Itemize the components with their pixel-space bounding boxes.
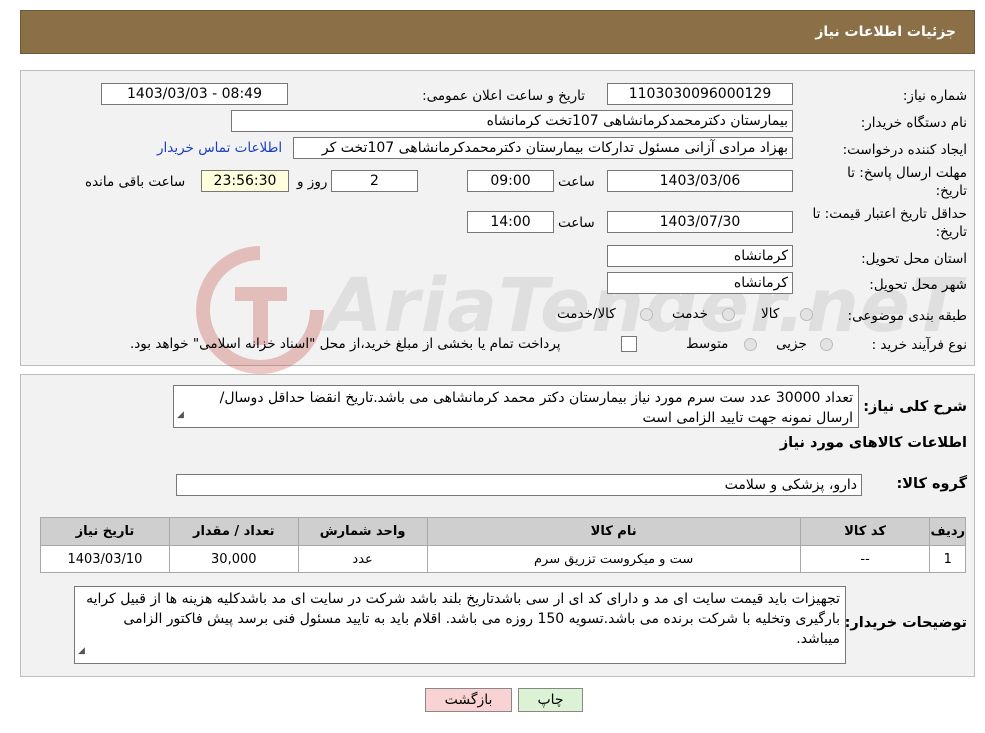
process-note: پرداخت تمام یا بخشی از مبلغ خرید،از محل …: [130, 336, 561, 352]
goods-group-field: دارو، پزشکی و سلامت: [176, 474, 862, 496]
description-label: شرح کلی نیاز:: [863, 399, 967, 415]
validity-time-field: 14:00: [467, 211, 554, 233]
window-title: جزئیات اطلاعات نیاز: [20, 10, 975, 54]
deadline-label-1: مهلت ارسال پاسخ: تا: [847, 165, 967, 181]
province-label: استان محل تحویل:: [861, 251, 967, 267]
buyer-notes-text: تجهیزات باید قیمت سایت ای مد و دارای کد …: [86, 591, 840, 647]
city-field: کرمانشاه: [607, 272, 793, 294]
process-label: نوع فرآیند خرید :: [871, 337, 967, 353]
contact-info-link[interactable]: اطلاعات تماس خریدار: [157, 140, 282, 156]
buyer-notes-field: تجهیزات باید قیمت سایت ای مد و دارای کد …: [74, 586, 846, 664]
validity-label-2: تاریخ:: [935, 224, 967, 240]
creator-field: بهزاد مرادی آزانی مسئول تدارکات بیمارستا…: [293, 137, 793, 159]
category-goods-service-label: کالا/خدمت: [557, 306, 616, 322]
category-service-label: خدمت: [672, 306, 708, 322]
process-minor-radio[interactable]: [820, 338, 833, 351]
need-number-label: شماره نیاز:: [902, 88, 967, 104]
col-quantity: تعداد / مقدار: [168, 517, 299, 546]
remaining-time-field: 23:56:30: [201, 170, 289, 192]
need-number-field: 1103030096000129: [607, 83, 793, 105]
announce-field: 1403/03/03 - 08:49: [101, 83, 288, 105]
category-service-radio[interactable]: [722, 308, 735, 321]
process-medium-label: متوسط: [686, 336, 729, 352]
description-text: تعداد 30000 عدد ست سرم مورد نیاز بیمارست…: [219, 390, 853, 426]
deadline-date-field: 1403/03/06: [607, 170, 793, 192]
buyer-field: بیمارستان دکترمحمدکرمانشاهی 107تخت کرمان…: [231, 110, 793, 132]
buyer-notes-label: توضیحات خریدار:: [844, 615, 967, 631]
col-code: کد کالا: [799, 517, 931, 546]
cell-quantity: 30,000: [168, 545, 299, 573]
col-date: تاریخ نیاز: [40, 517, 170, 546]
validity-date-field: 1403/07/30: [607, 211, 793, 233]
creator-label: ایجاد کننده درخواست:: [842, 142, 967, 158]
province-field: کرمانشاه: [607, 245, 793, 267]
resize-grip-icon[interactable]: ◢: [78, 641, 85, 661]
cell-name: ست و میکروست تزریق سرم: [426, 545, 801, 573]
days-field: 2: [331, 170, 418, 192]
cell-code: --: [799, 545, 931, 573]
announce-label: تاریخ و ساعت اعلان عمومی:: [422, 88, 585, 104]
goods-info-title: اطلاعات کالاهای مورد نیاز: [779, 435, 967, 451]
goods-table: ردیف کد کالا نام کالا واحد شمارش تعداد /…: [40, 517, 966, 573]
col-unit: واحد شمارش: [297, 517, 428, 546]
deadline-label-2: تاریخ:: [935, 183, 967, 199]
validity-time-label: ساعت: [558, 215, 595, 231]
city-label: شهر محل تحویل:: [869, 277, 967, 293]
goods-table-header: ردیف کد کالا نام کالا واحد شمارش تعداد /…: [40, 517, 966, 546]
process-medium-radio[interactable]: [744, 338, 757, 351]
print-button[interactable]: چاپ: [518, 688, 583, 712]
table-row: 1 -- ست و میکروست تزریق سرم عدد 30,000 1…: [40, 545, 966, 573]
col-name: نام کالا: [426, 517, 801, 546]
description-field: تعداد 30000 عدد ست سرم مورد نیاز بیمارست…: [173, 385, 859, 428]
cell-date: 1403/03/10: [40, 545, 170, 573]
category-label: طبقه بندی موضوعی:: [847, 308, 967, 324]
cell-row: 1: [929, 545, 966, 573]
resize-grip-icon[interactable]: ◢: [177, 405, 184, 425]
deadline-time-field: 09:00: [467, 170, 554, 192]
days-label: روز و: [297, 174, 328, 190]
deadline-time-label: ساعت: [558, 174, 595, 190]
cell-unit: عدد: [297, 545, 428, 573]
process-minor-label: جزیی: [776, 336, 807, 352]
remaining-label: ساعت باقی مانده: [85, 174, 186, 190]
goods-group-label: گروه کالا:: [896, 476, 967, 492]
category-goods-label: کالا: [761, 306, 780, 322]
back-button[interactable]: بازگشت: [425, 688, 512, 712]
col-row: ردیف: [929, 517, 966, 546]
category-goods-service-radio[interactable]: [640, 308, 653, 321]
buyer-label: نام دستگاه خریدار:: [860, 115, 967, 131]
treasury-checkbox[interactable]: [621, 336, 637, 352]
validity-label-1: حداقل تاریخ اعتبار قیمت: تا: [812, 206, 967, 222]
category-goods-radio[interactable]: [800, 308, 813, 321]
